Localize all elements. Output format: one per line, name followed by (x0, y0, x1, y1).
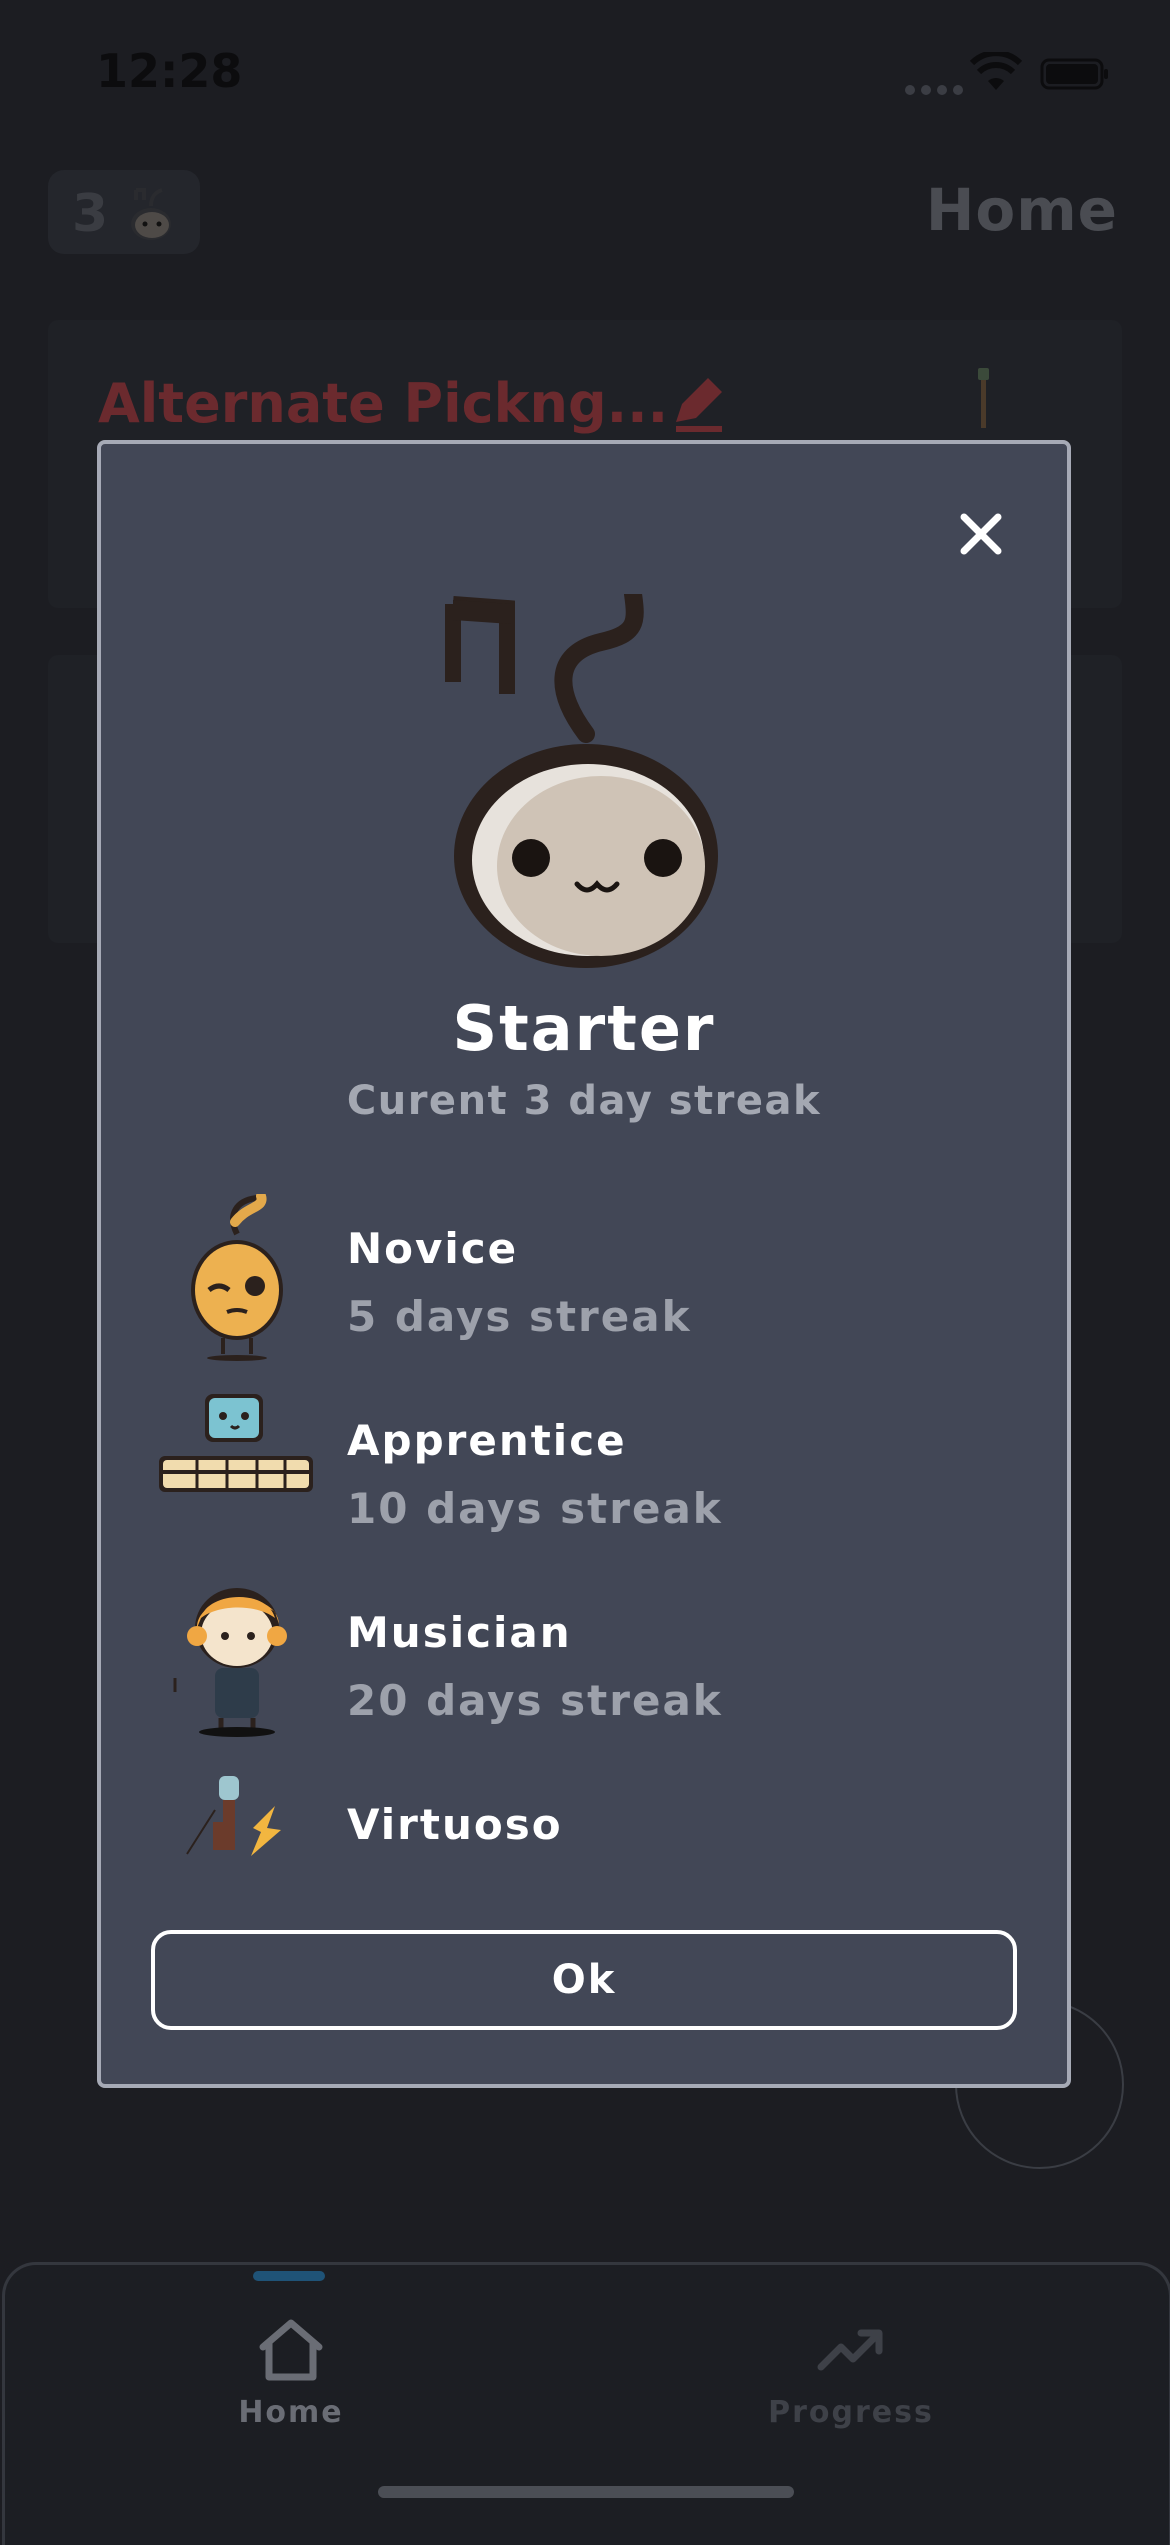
ok-button[interactable]: Ok (151, 1930, 1017, 2030)
level-requirement: 10 days streak (347, 1484, 723, 1533)
virtuoso-guitar-icon (186, 1776, 281, 1856)
level-requirement: 5 days streak (347, 1292, 692, 1341)
edit-pencil-icon[interactable] (668, 374, 728, 434)
close-button[interactable] (951, 504, 1011, 564)
page-title: Home (925, 176, 1118, 244)
active-tab-indicator (253, 2271, 325, 2281)
streak-chip[interactable]: 3 (48, 170, 200, 254)
level-item-musician: Musician 20 days streak (157, 1578, 1017, 1770)
level-requirement: 20 days streak (347, 1676, 723, 1725)
level-list: Novice 5 days streak Apprentice 10 days … (157, 1194, 1017, 1962)
streak-count: 3 (72, 184, 109, 244)
home-indicator[interactable] (378, 2486, 794, 2498)
current-level-title: Starter (452, 992, 716, 1065)
level-name: Virtuoso (347, 1800, 563, 1849)
bottom-nav: Home Progress (2, 2262, 1170, 2545)
level-name: Apprentice (347, 1416, 627, 1465)
tab-progress[interactable]: Progress (721, 2317, 981, 2430)
home-icon (259, 2319, 323, 2381)
apprentice-mascot-icon (159, 1394, 313, 1492)
level-item-novice: Novice 5 days streak (157, 1194, 1017, 1386)
wifi-icon (970, 52, 1022, 90)
starter-mascot-mini-icon (131, 188, 171, 240)
streak-level-modal: Starter Curent 3 day streak Novice 5 day… (97, 440, 1071, 2088)
tab-home-label: Home (238, 2395, 344, 2430)
cellular-signal-icon (905, 80, 969, 99)
current-streak-text: Curent 3 day streak (346, 1078, 822, 1124)
level-name: Musician (347, 1608, 572, 1657)
novice-mascot-icon (191, 1194, 283, 1361)
exercise-card-title: Alternate Pickng... (98, 372, 669, 435)
status-time: 12:28 (96, 44, 243, 98)
tab-progress-label: Progress (768, 2395, 934, 2430)
level-name: Novice (347, 1224, 519, 1273)
tab-home[interactable]: Home (161, 2317, 421, 2430)
trending-up-icon (817, 2329, 883, 2371)
battery-icon (1040, 58, 1108, 90)
level-item-apprentice: Apprentice 10 days streak (157, 1386, 1017, 1578)
guitar-icon (978, 368, 989, 428)
close-icon (960, 513, 1002, 555)
starter-mascot-icon (445, 594, 718, 968)
status-bar: 12:28 (0, 0, 1170, 140)
musician-mascot-icon (173, 1588, 287, 1737)
